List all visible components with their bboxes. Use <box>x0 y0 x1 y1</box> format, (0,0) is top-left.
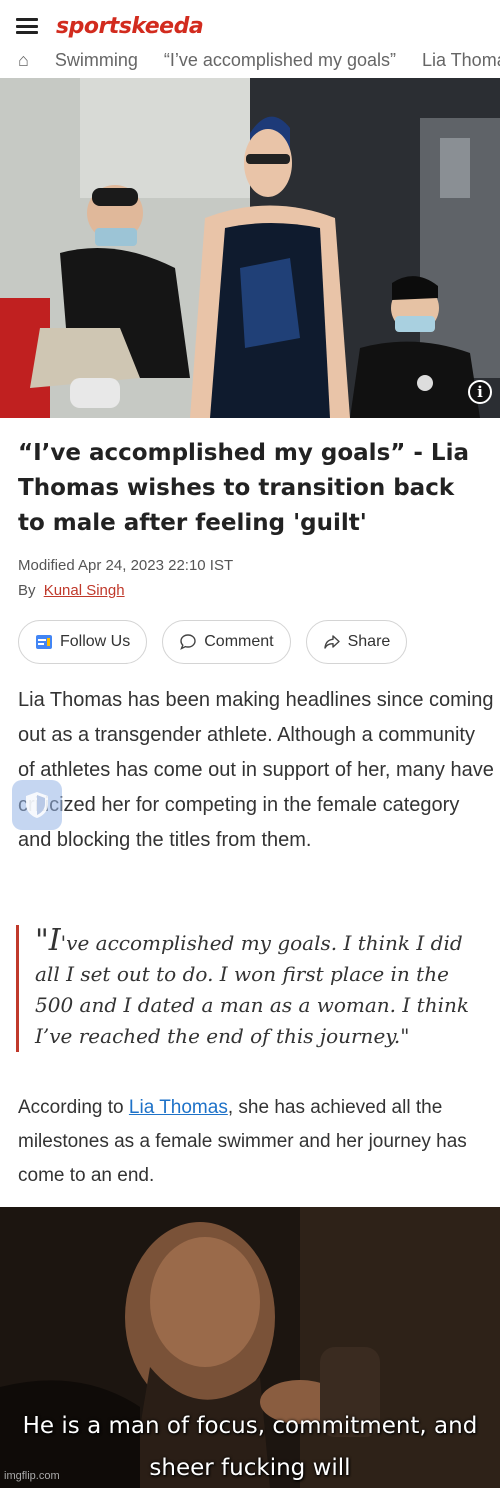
breadcrumb-home-icon[interactable]: ⌂ <box>18 50 29 71</box>
share-icon <box>323 633 341 651</box>
article-title: “I’ve accomplished my goals” - Lia Thoma… <box>18 440 469 536</box>
comment-icon <box>179 633 197 651</box>
p2-before: According to <box>18 1097 129 1118</box>
quote-text: "I've accomplished my goals. I think I d… <box>35 925 486 1052</box>
imgflip-watermark: imgflip.com <box>4 1470 60 1482</box>
menu-icon[interactable] <box>16 18 38 34</box>
follow-us-button[interactable]: Follow Us <box>18 620 148 664</box>
comment-button[interactable]: Comment <box>162 620 291 664</box>
hero-photo-illustration <box>0 78 500 418</box>
meme-photo-illustration <box>0 1207 500 1488</box>
article-actions: Follow Us Comment Share <box>18 620 408 664</box>
article-paragraph-1: Lia Thomas has been making headlines sin… <box>18 689 494 851</box>
breadcrumb: ⌂ Swimming “I’ve accomplished my goals” … <box>0 46 500 76</box>
breadcrumb-item-lia-thomas[interactable]: Lia Thomas <box>422 50 500 71</box>
info-icon[interactable]: i <box>468 380 492 404</box>
quote-body: 've accomplished my goals. I think I did… <box>35 931 469 1048</box>
site-logo[interactable]: sportskeeda <box>56 14 204 39</box>
byline: By Kunal Singh <box>18 582 125 599</box>
article-paragraph-2: According to Lia Thomas, she has achieve… <box>18 1091 496 1193</box>
meme-image <box>0 1207 500 1488</box>
top-header: sportskeeda <box>0 0 500 52</box>
share-label: Share <box>347 633 391 650</box>
article-quote: "I've accomplished my goals. I think I d… <box>16 925 486 1052</box>
share-button[interactable]: Share <box>305 620 408 664</box>
shield-icon[interactable] <box>12 780 62 830</box>
author-link[interactable]: Kunal Singh <box>44 582 125 599</box>
breadcrumb-item-article[interactable]: “I’ve accomplished my goals” <box>164 50 396 71</box>
breadcrumb-item-swimming[interactable]: Swimming <box>55 50 138 71</box>
lia-thomas-link[interactable]: Lia Thomas <box>129 1097 228 1118</box>
meme-caption-line-2: sheer fucking will <box>149 1455 351 1481</box>
follow-us-label: Follow Us <box>60 633 131 650</box>
quote-opening: "I <box>35 923 61 958</box>
comment-label: Comment <box>204 633 274 650</box>
google-news-icon <box>35 633 53 651</box>
meme-caption-line-1: He is a man of focus, commitment, and <box>22 1413 478 1439</box>
hero-image: i <box>0 78 500 418</box>
modified-date: Modified Apr 24, 2023 22:10 IST <box>18 557 234 574</box>
byline-prefix: By <box>18 582 36 599</box>
